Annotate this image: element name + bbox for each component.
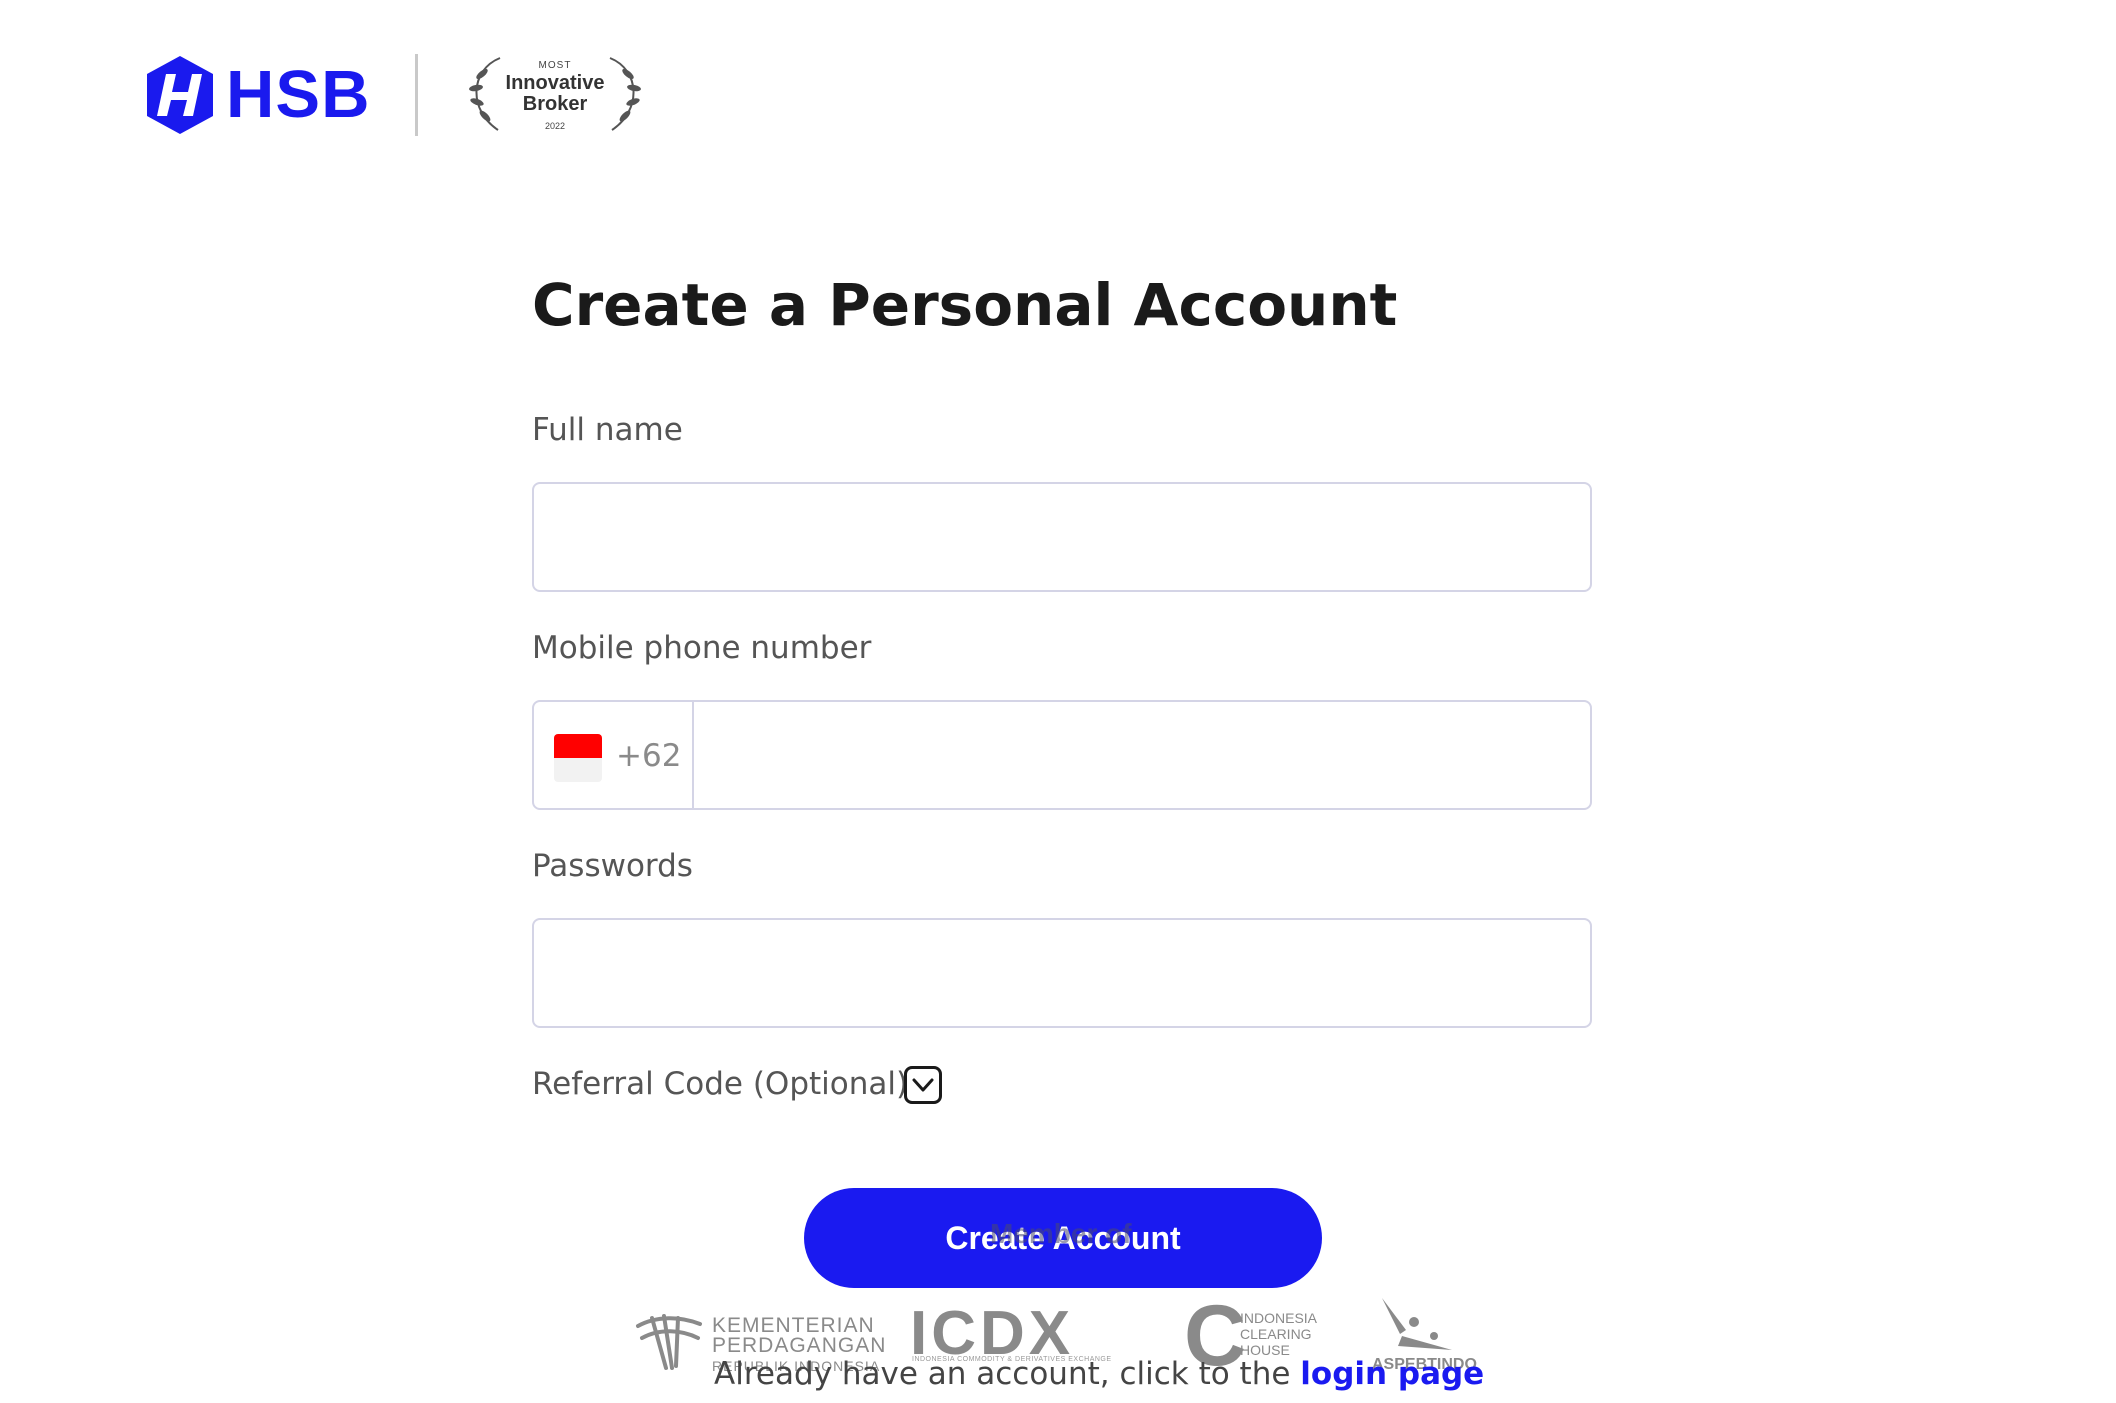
- ich-logo-text: INDONESIA CLEARING HOUSE: [1240, 1310, 1317, 1358]
- password-input[interactable]: [534, 920, 1590, 1026]
- country-code: +62: [616, 738, 682, 774]
- kemendag-line2: PERDAGANGAN: [712, 1334, 887, 1357]
- award-badge: MOST Innovative Broker 2022: [460, 50, 650, 136]
- award-line1: Innovative: [505, 72, 605, 94]
- phone-label: Mobile phone number: [532, 630, 872, 666]
- chevron-down-icon: [912, 1078, 934, 1092]
- phone-input[interactable]: [694, 702, 1590, 808]
- kemendag-line1: KEMENTERIAN: [712, 1314, 875, 1337]
- login-prompt-text: Already have an account, click to the: [714, 1356, 1291, 1392]
- referral-label: Referral Code (Optional): [532, 1066, 909, 1102]
- login-page-link[interactable]: login page: [1300, 1356, 1484, 1392]
- page-title: Create a Personal Account: [532, 271, 1398, 339]
- login-prompt: Already have an account, click to the lo…: [714, 1354, 1484, 1394]
- hsb-logo-icon[interactable]: [141, 54, 219, 136]
- kemendag-logo-icon: [636, 1314, 702, 1370]
- aspebtindo-logo-icon: [1382, 1298, 1452, 1350]
- full-name-field: [532, 482, 1592, 592]
- country-code-selector[interactable]: +62: [534, 702, 694, 808]
- member-of-heading: Member of: [990, 1218, 1132, 1249]
- ich-line2: CLEARING: [1240, 1326, 1312, 1342]
- ich-line1: INDONESIA: [1240, 1310, 1318, 1326]
- full-name-label: Full name: [532, 412, 683, 448]
- phone-field: +62: [532, 700, 1592, 810]
- award-top-text: MOST: [538, 60, 572, 71]
- referral-toggle-button[interactable]: [904, 1066, 942, 1104]
- header-divider: [415, 54, 418, 136]
- brand-name[interactable]: HSB: [226, 60, 370, 130]
- award-year: 2022: [544, 121, 566, 131]
- award-line2: Broker: [522, 93, 588, 115]
- indonesia-flag-icon: [554, 734, 602, 782]
- full-name-input[interactable]: [534, 484, 1590, 590]
- password-field: [532, 918, 1592, 1028]
- password-label: Passwords: [532, 848, 693, 884]
